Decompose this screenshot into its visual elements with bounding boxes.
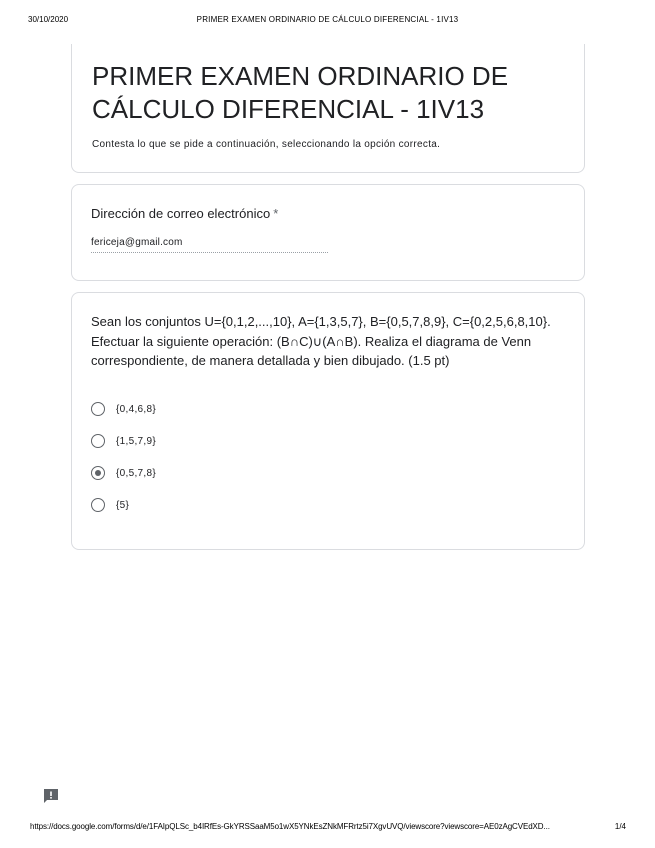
email-label: Dirección de correo electrónico * bbox=[91, 206, 278, 221]
form-header-card: PRIMER EXAMEN ORDINARIO DE CÁLCULO DIFER… bbox=[71, 44, 585, 173]
email-field[interactable]: fericeja@gmail.com bbox=[91, 237, 328, 253]
feedback-icon-svg bbox=[44, 789, 58, 803]
option-2[interactable]: {1,5,7,9} bbox=[91, 432, 156, 450]
page-url: https://docs.google.com/forms/d/e/1FAIpQ… bbox=[30, 822, 550, 831]
radio-button-selected[interactable] bbox=[91, 466, 105, 480]
print-header: 30/10/2020 PRIMER EXAMEN ORDINARIO DE CÁ… bbox=[0, 15, 655, 27]
report-feedback-icon[interactable] bbox=[42, 787, 60, 805]
option-label: {0,5,7,8} bbox=[116, 467, 156, 479]
option-3[interactable]: {0,5,7,8} bbox=[91, 464, 156, 482]
email-label-text: Dirección de correo electrónico bbox=[91, 206, 271, 221]
question-card: Sean los conjuntos U={0,1,2,...,10}, A={… bbox=[71, 292, 585, 550]
option-label: {0,4,6,8} bbox=[116, 403, 156, 415]
print-footer: https://docs.google.com/forms/d/e/1FAIpQ… bbox=[0, 822, 655, 834]
radio-button[interactable] bbox=[91, 402, 105, 416]
option-label: {1,5,7,9} bbox=[116, 435, 156, 447]
form-title: PRIMER EXAMEN ORDINARIO DE CÁLCULO DIFER… bbox=[92, 61, 509, 124]
radio-button[interactable] bbox=[91, 434, 105, 448]
radio-button[interactable] bbox=[91, 498, 105, 512]
option-label: {5} bbox=[116, 499, 130, 511]
email-question-card: Dirección de correo electrónico * fericej… bbox=[71, 184, 585, 281]
option-4[interactable]: {5} bbox=[91, 496, 129, 514]
page-number: 1/4 bbox=[614, 822, 626, 831]
form-description: Contesta lo que se pide a continuación, … bbox=[92, 139, 441, 150]
question-text: Sean los conjuntos U={0,1,2,...,10}, A={… bbox=[91, 314, 551, 368]
print-title: PRIMER EXAMEN ORDINARIO DE CÁLCULO DIFER… bbox=[196, 15, 459, 24]
required-asterisk: * bbox=[273, 206, 279, 221]
option-1[interactable]: {0,4,6,8} bbox=[91, 400, 156, 418]
